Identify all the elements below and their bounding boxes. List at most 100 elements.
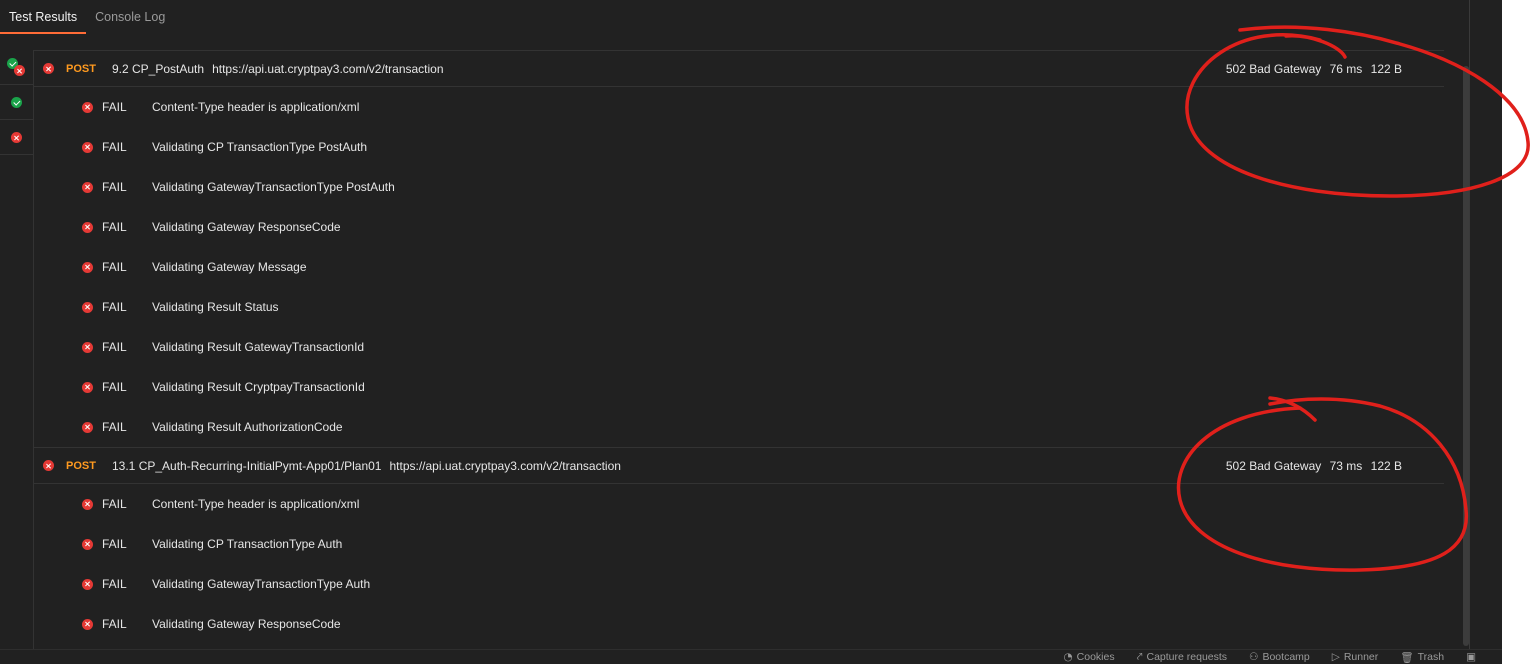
- cookies-button[interactable]: ◔ Cookies: [1063, 651, 1114, 663]
- pass-icon: [11, 97, 22, 108]
- fail-icon: [82, 421, 93, 433]
- test-row: FAIL Validating CP TransactionType Auth: [34, 524, 1444, 564]
- test-result: FAIL: [102, 180, 127, 194]
- test-row: FAIL Validating Gateway Message: [34, 247, 1444, 287]
- fail-icon: [43, 460, 54, 471]
- test-row: FAIL Validating GatewayTransactionType A…: [34, 564, 1444, 604]
- test-name: Validating Gateway ResponseCode: [152, 617, 341, 631]
- request-method: POST: [66, 459, 96, 472]
- cookie-icon: ◔: [1063, 651, 1073, 663]
- rail-item-passed[interactable]: [0, 85, 33, 120]
- test-name: Validating Gateway ResponseCode: [152, 220, 341, 234]
- response-size: 122 B: [1370, 458, 1402, 473]
- test-row: FAIL Validating GatewayTransactionType P…: [34, 167, 1444, 207]
- test-row: FAIL Validating Result CryptpayTransacti…: [34, 367, 1444, 407]
- fail-icon: [82, 578, 93, 590]
- capture-requests-button[interactable]: ⤤ Capture requests: [1137, 651, 1227, 664]
- bootcamp-button[interactable]: ⚇ Bootcamp: [1249, 651, 1310, 663]
- request-name: 9.2 CP_PostAuth: [112, 61, 205, 76]
- test-name: Validating Result Status: [152, 300, 279, 314]
- panel-divider: [1469, 0, 1470, 664]
- tab-test-results[interactable]: Test Results: [0, 0, 87, 34]
- runner-label: Runner: [1343, 651, 1379, 663]
- test-name: Validating CP TransactionType PostAuth: [152, 140, 368, 154]
- test-name: Validating CP TransactionType Auth: [152, 537, 343, 551]
- test-result: FAIL: [102, 617, 127, 631]
- results-scrollbar[interactable]: [1463, 66, 1469, 646]
- trash-button[interactable]: 🗑 Trash: [1400, 651, 1444, 664]
- status-bar: ◔ Cookies ⤤ Capture requests ⚇ Bootcamp …: [0, 649, 1502, 664]
- request-method: POST: [66, 62, 96, 75]
- fail-icon: [14, 65, 25, 76]
- fail-icon: [82, 261, 93, 273]
- results-list: POST 9.2 CP_PostAuth https://api.uat.cry…: [34, 50, 1444, 651]
- runner-icon: ▷: [1331, 651, 1340, 663]
- test-name: Validating Result AuthorizationCode: [152, 420, 343, 434]
- fail-icon: [82, 101, 93, 113]
- test-name: Content-Type header is application/xml: [152, 100, 360, 114]
- fail-icon: [82, 301, 93, 313]
- test-results-panel: Test Results Console Log POST 9.2 CP_Pos…: [0, 0, 1502, 664]
- test-result: FAIL: [102, 140, 127, 154]
- response-status: 502 Bad Gateway: [1225, 458, 1322, 473]
- test-name: Validating Result GatewayTransactionId: [152, 340, 365, 354]
- test-row: FAIL Validating Result Status: [34, 287, 1444, 327]
- test-result: FAIL: [102, 577, 127, 591]
- test-name: Content-Type header is application/xml: [152, 497, 360, 511]
- layout-icon: ▣: [1466, 651, 1476, 663]
- test-name: Validating Result CryptpayTransactionId: [152, 380, 365, 394]
- fail-icon: [82, 498, 93, 510]
- request-url: https://api.uat.cryptpay3.com/v2/transac…: [389, 458, 621, 473]
- capture-icon: ⤤: [1136, 650, 1143, 663]
- rail-item-mixed[interactable]: [0, 50, 33, 85]
- response-time: 73 ms: [1329, 458, 1363, 473]
- request-row[interactable]: POST 13.1 CP_Auth-Recurring-InitialPymt-…: [34, 447, 1444, 484]
- test-name: Validating GatewayTransactionType Auth: [152, 577, 371, 591]
- trash-label: Trash: [1417, 651, 1445, 663]
- response-meta: 502 Bad Gateway 76 ms 122 B: [1221, 62, 1402, 76]
- fail-icon: [82, 181, 93, 193]
- response-status: 502 Bad Gateway: [1225, 61, 1322, 76]
- fail-icon: [82, 618, 93, 630]
- test-name: Validating Gateway Message: [152, 260, 307, 274]
- rail-item-failed[interactable]: [0, 120, 33, 155]
- test-result: FAIL: [102, 497, 127, 511]
- trash-icon: 🗑: [1400, 651, 1414, 664]
- fail-icon: [43, 63, 54, 74]
- test-result: FAIL: [102, 380, 127, 394]
- fail-icon: [82, 221, 93, 233]
- request-row[interactable]: POST 9.2 CP_PostAuth https://api.uat.cry…: [34, 51, 1444, 87]
- test-row: FAIL Content-Type header is application/…: [34, 87, 1444, 127]
- fail-icon: [82, 341, 93, 353]
- response-size: 122 B: [1370, 61, 1402, 76]
- test-result: FAIL: [102, 537, 127, 551]
- fail-icon: [82, 141, 93, 153]
- capture-requests-label: Capture requests: [1146, 651, 1228, 663]
- test-row: FAIL Validating Result GatewayTransactio…: [34, 327, 1444, 367]
- request-name: 13.1 CP_Auth-Recurring-InitialPymt-App01…: [112, 458, 382, 473]
- cookies-label: Cookies: [1076, 651, 1115, 663]
- test-result: FAIL: [102, 100, 127, 114]
- result-tabs: Test Results Console Log: [0, 0, 1470, 34]
- response-meta: 502 Bad Gateway 73 ms 122 B: [1221, 459, 1402, 473]
- test-row: FAIL Validating CP TransactionType PostA…: [34, 127, 1444, 167]
- test-result: FAIL: [102, 300, 127, 314]
- layout-button[interactable]: ▣: [1466, 651, 1480, 663]
- fail-icon: [82, 381, 93, 393]
- response-time: 76 ms: [1329, 61, 1363, 76]
- tab-console-log[interactable]: Console Log: [86, 0, 174, 34]
- bootcamp-label: Bootcamp: [1262, 651, 1310, 663]
- result-filter-rail: [0, 50, 34, 650]
- test-result: FAIL: [102, 220, 127, 234]
- test-row: FAIL Validating Result AuthorizationCode: [34, 407, 1444, 447]
- bootcamp-icon: ⚇: [1249, 651, 1259, 663]
- fail-icon: [11, 132, 22, 143]
- test-result: FAIL: [102, 260, 127, 274]
- test-result: FAIL: [102, 420, 127, 434]
- test-row: FAIL Content-Type header is application/…: [34, 484, 1444, 524]
- test-row: FAIL Validating Gateway ResponseCode: [34, 604, 1444, 644]
- test-result: FAIL: [102, 340, 127, 354]
- fail-icon: [82, 538, 93, 550]
- test-row: FAIL Validating Gateway ResponseCode: [34, 207, 1444, 247]
- runner-button[interactable]: ▷ Runner: [1332, 651, 1379, 663]
